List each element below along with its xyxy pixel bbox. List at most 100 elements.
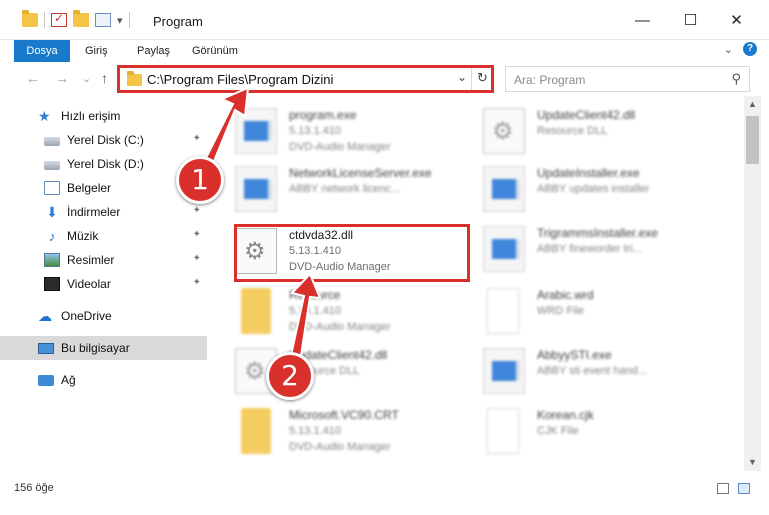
file-description: ABBY updates installer [537, 183, 650, 195]
pictures-icon [44, 253, 60, 267]
network-icon [38, 374, 54, 386]
search-icon[interactable]: ⚲ [731, 71, 741, 87]
sidebar-item-label: Resimler [67, 253, 115, 267]
file-item[interactable]: Korean.cjk CJK File [483, 404, 733, 462]
file-item[interactable]: NetworkLicenseServer.exe ABBY network li… [235, 162, 485, 220]
file-description: Resource DLL [537, 125, 608, 137]
qat-dropdown-icon[interactable]: ▾ [117, 14, 123, 27]
customize-qat-icon[interactable] [95, 13, 111, 27]
sidebar-item-network[interactable]: Ağ [0, 368, 207, 392]
exe-file-icon [235, 166, 277, 212]
file-item[interactable]: program.exe 5.13.1.410 DVD-Audio Manager [235, 104, 485, 162]
exe-file-icon [483, 166, 525, 212]
file-name: Arabic.wrd [537, 288, 594, 302]
search-box[interactable]: Ara: Program ⚲ [505, 66, 750, 92]
sidebar-item-label: Hızlı erişim [61, 109, 121, 123]
status-bar: 156 öğe [0, 471, 769, 501]
file-name: Korean.cjk [537, 408, 594, 422]
recent-locations-icon[interactable]: ⌄ [82, 72, 91, 85]
file-name: AbbyySTI.exe [537, 348, 612, 362]
blank-file-icon [487, 408, 519, 454]
minimize-button[interactable]: — [620, 0, 665, 40]
quick-access-toolbar: ▾ [22, 10, 130, 28]
computer-icon [38, 342, 54, 354]
file-item[interactable]: UpdateInstaller.exe ABBY updates install… [483, 162, 733, 220]
window-title: Program [153, 14, 203, 29]
file-description: DVD-Audio Manager [289, 141, 391, 153]
scroll-down-icon[interactable]: ▼ [744, 454, 761, 471]
pin-icon: ✦ [192, 133, 201, 144]
properties-check-icon[interactable] [51, 11, 67, 27]
drive-icon [44, 161, 60, 170]
vertical-scrollbar[interactable]: ▲ ▼ [744, 96, 761, 471]
tab-home[interactable]: Giriş [77, 40, 116, 62]
up-arrow-icon[interactable]: ↑ [101, 70, 108, 86]
file-item[interactable]: UpdateClient42.dll Resource DLL [483, 104, 733, 162]
file-name: Resource [289, 288, 341, 302]
help-icon[interactable]: ? [743, 42, 757, 56]
file-name: NetworkLicenseServer.exe [289, 166, 432, 180]
sidebar-item-this-pc[interactable]: Bu bilgisayar [0, 336, 207, 360]
ribbon-tabs: Dosya Giriş Paylaş Görünüm ⌄ ? [0, 40, 769, 62]
sidebar-item-quick-access[interactable]: ★ Hızlı erişim [0, 104, 207, 128]
maximize-button[interactable]: ☐ [668, 0, 713, 40]
file-description: ABBY sti event hand... [537, 365, 647, 377]
navigation-pane: ★ Hızlı erişim Yerel Disk (C:) ✦ Yerel D… [0, 96, 210, 471]
sidebar-item-local-disk-c[interactable]: Yerel Disk (C:) ✦ [0, 128, 207, 152]
tab-file[interactable]: Dosya [14, 40, 70, 62]
new-folder-icon[interactable] [73, 10, 89, 27]
file-name: Microsoft.VC90.CRT [289, 408, 399, 422]
blank-file-icon [487, 288, 519, 334]
sidebar-item-label: OneDrive [61, 309, 112, 323]
file-list: program.exe 5.13.1.410 DVD-Audio Manager… [211, 96, 744, 471]
back-arrow-icon[interactable]: ← [26, 70, 40, 86]
file-item[interactable]: TrigrammsInstaller.exe ABBY fineworder t… [483, 222, 733, 280]
sidebar-item-label: Müzik [67, 229, 99, 243]
details-view-icon[interactable] [717, 483, 729, 494]
folder-icon [241, 408, 271, 454]
forward-arrow-icon[interactable]: → [55, 70, 69, 86]
downloads-icon: ⬇ [46, 204, 58, 220]
tab-view[interactable]: Görünüm [184, 40, 246, 62]
file-description: ABBY fineworder tri... [537, 243, 642, 255]
divider [128, 12, 130, 28]
address-highlight-box [117, 65, 494, 93]
file-description: WRD File [537, 305, 585, 317]
chevron-down-icon[interactable]: ⌄ [724, 43, 733, 56]
folder-icon[interactable] [22, 10, 38, 27]
search-input[interactable]: Ara: Program [514, 73, 585, 87]
file-item[interactable]: AbbyySTI.exe ABBY sti event hand... [483, 344, 733, 402]
step-badge-1: 1 [176, 156, 224, 204]
file-item[interactable]: Resource 5.13.1.410 DVD-Audio Manager [235, 284, 485, 342]
tab-share[interactable]: Paylaş [129, 40, 178, 62]
exe-file-icon [483, 226, 525, 272]
documents-icon [44, 181, 60, 195]
file-version: 5.13.1.410 [289, 425, 341, 437]
file-item[interactable]: Microsoft.VC90.CRT 5.13.1.410 DVD-Audio … [235, 404, 485, 462]
scroll-thumb[interactable] [746, 116, 759, 164]
file-name: program.exe [289, 108, 357, 122]
music-icon: ♪ [48, 228, 56, 244]
sidebar-item-pictures[interactable]: Resimler ✦ [0, 248, 207, 272]
file-name: UpdateInstaller.exe [537, 166, 640, 180]
sidebar-item-music[interactable]: ♪ Müzik ✦ [0, 224, 207, 248]
file-version: 5.13.1.410 [289, 125, 341, 137]
pin-icon: ✦ [192, 205, 201, 216]
sidebar-item-downloads[interactable]: ⬇ İndirmeler ✦ [0, 200, 207, 224]
address-row: ← → ⌄ ↑ C:\Program Files\Program Dizini … [0, 62, 769, 96]
sidebar-item-videos[interactable]: Videolar ✦ [0, 272, 207, 296]
exe-file-icon [235, 108, 277, 154]
sidebar-item-label: Videolar [67, 277, 111, 291]
file-description: CJK File [537, 425, 579, 437]
scroll-up-icon[interactable]: ▲ [744, 96, 761, 113]
file-name: UpdateClient42.dll [537, 108, 636, 122]
large-icons-view-icon[interactable] [738, 483, 750, 494]
star-icon: ★ [38, 108, 51, 124]
sidebar-item-label: İndirmeler [67, 205, 121, 219]
sidebar-item-label: Yerel Disk (C:) [67, 133, 144, 147]
close-button[interactable]: ✕ [714, 0, 759, 40]
file-item[interactable]: Arabic.wrd WRD File [483, 284, 733, 342]
dll-file-icon [483, 108, 525, 154]
file-highlight-box [234, 224, 470, 282]
sidebar-item-onedrive[interactable]: ☁ OneDrive [0, 304, 207, 328]
